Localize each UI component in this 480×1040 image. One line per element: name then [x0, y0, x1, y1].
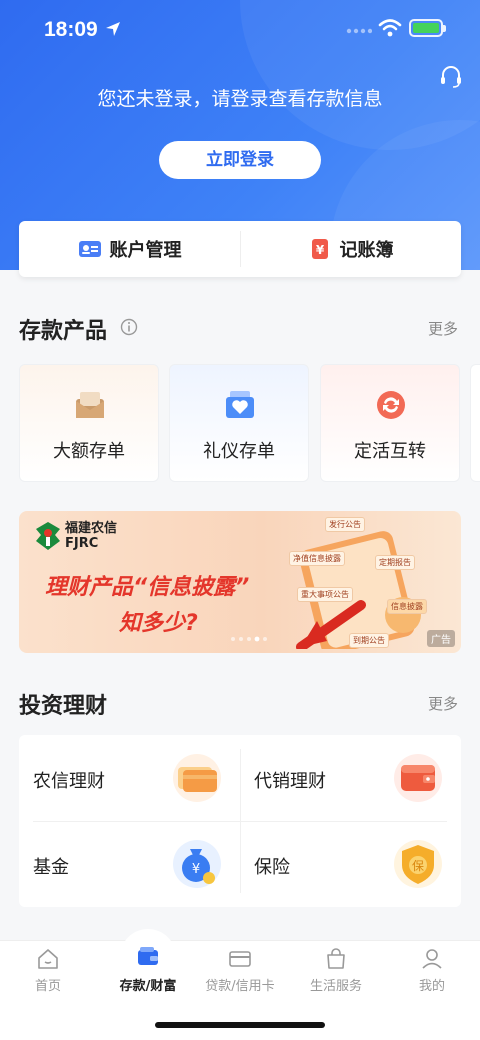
deposit-card-label: 定活互转	[354, 441, 426, 462]
banner-subheadline: 知多少?	[119, 611, 198, 636]
ledger-label: 记账簿	[339, 240, 394, 261]
deposit-card-gift-cd[interactable]: 礼仪存单	[169, 364, 309, 482]
user-icon	[422, 949, 442, 969]
home-indicator	[155, 1022, 325, 1028]
invest-section-title: 投资理财	[19, 694, 108, 719]
status-bar: 18:09	[0, 0, 480, 60]
exchange-icon	[377, 391, 405, 419]
tab-loan-card[interactable]: 贷款/信用卡	[192, 941, 288, 1001]
info-icon[interactable]	[120, 318, 138, 336]
tab-label: 存款/财富	[119, 979, 177, 994]
invest-item-label: 基金	[33, 857, 69, 878]
banner-brand-en: FJRC	[65, 536, 99, 551]
banner-brand: 福建农信 FJRC	[65, 521, 117, 551]
banner-page-indicator	[231, 636, 267, 642]
svg-text:保: 保	[412, 859, 424, 873]
ledger-button[interactable]: ¥ 记账簿	[240, 221, 461, 277]
gift-heart-icon	[226, 391, 254, 418]
invest-grid: 农信理财 代销理财 基金 ¥ 保险 保	[19, 735, 461, 907]
svg-text:¥: ¥	[192, 862, 200, 877]
tab-label: 首页	[34, 979, 61, 994]
deposit-card-peek	[470, 364, 480, 482]
deposit-card-large-cd[interactable]: 大额存单	[19, 364, 159, 482]
banner-tag: 净值信息披露	[289, 551, 345, 566]
wifi-icon	[378, 19, 402, 37]
deposit-more-link[interactable]: 更多	[428, 318, 458, 339]
tab-label: 贷款/信用卡	[205, 979, 275, 994]
wallet-tab-icon	[138, 947, 158, 965]
deposit-card-transfer[interactable]: 定活互转	[320, 364, 460, 482]
banner-headline: 理财产品“信息披露”	[45, 575, 250, 600]
envelope-icon	[76, 392, 104, 418]
fjrc-logo-icon	[36, 522, 60, 550]
banner-tag: 到期公告	[349, 633, 389, 648]
banner-tag: 信息披露	[387, 599, 427, 614]
quick-actions-card: 账户管理 ¥ 记账簿	[19, 221, 461, 277]
deposit-card-label: 大额存单	[53, 441, 125, 462]
tab-life-services[interactable]: 生活服务	[288, 941, 384, 1001]
account-card-icon	[78, 241, 101, 257]
shield-icon: 保	[394, 840, 442, 888]
invest-item-agency[interactable]: 代销理财	[240, 735, 461, 821]
signal-dots-icon	[346, 28, 372, 34]
invest-item-label: 代销理财	[254, 771, 326, 792]
tab-home[interactable]: 首页	[0, 941, 96, 1001]
account-management-button[interactable]: 账户管理	[19, 221, 240, 277]
status-time: 18:09	[44, 18, 98, 41]
banner-tag: 定期报告	[375, 555, 415, 570]
deposit-card-label: 礼仪存单	[203, 441, 275, 462]
invest-item-label: 保险	[254, 857, 290, 878]
invest-more-link[interactable]: 更多	[428, 693, 458, 714]
banner-tag: 重大事项公告	[297, 587, 353, 602]
ad-label: 广告	[427, 630, 455, 647]
card-icon	[173, 754, 221, 802]
shopping-bag-icon	[327, 948, 345, 969]
tab-mine[interactable]: 我的	[384, 941, 480, 1001]
wallet-icon	[394, 754, 442, 802]
tab-label: 我的	[418, 979, 445, 994]
invest-item-nongxin[interactable]: 农信理财	[19, 735, 240, 821]
invest-item-fund[interactable]: 基金 ¥	[19, 821, 240, 907]
location-arrow-icon	[106, 22, 120, 36]
account-management-label: 账户管理	[109, 240, 182, 261]
invest-item-insurance[interactable]: 保险 保	[240, 821, 461, 907]
home-icon	[38, 949, 58, 969]
promo-banner[interactable]: 福建农信 FJRC 理财产品“信息披露” 知多少? 发行公告 净值信息披露 定期…	[19, 511, 461, 653]
banner-brand-cn: 福建农信	[65, 521, 118, 536]
tab-label: 生活服务	[309, 979, 362, 994]
tab-deposit-wealth[interactable]: 存款/财富	[100, 941, 196, 1001]
credit-card-icon	[229, 951, 251, 967]
svg-text:¥: ¥	[315, 243, 324, 257]
ledger-icon: ¥	[311, 239, 328, 259]
login-button[interactable]: 立即登录	[159, 141, 321, 179]
login-prompt-text: 您还未登录，请登录查看存款信息	[97, 88, 383, 110]
banner-tag: 发行公告	[325, 517, 365, 532]
money-bag-icon: ¥	[173, 840, 221, 888]
invest-item-label: 农信理财	[33, 771, 105, 792]
battery-icon	[409, 19, 446, 37]
deposit-section-title: 存款产品	[19, 319, 108, 344]
